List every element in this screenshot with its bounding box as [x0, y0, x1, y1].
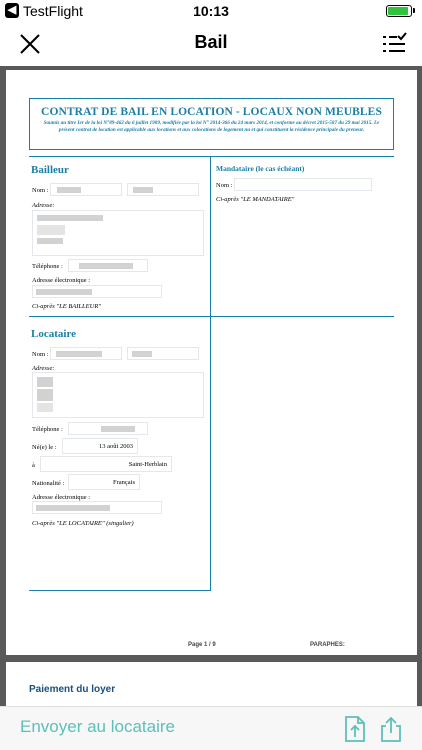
bailleur-prenom-field[interactable]: [127, 183, 199, 196]
battery-icon: [386, 5, 412, 17]
locataire-title: Locataire: [31, 328, 77, 340]
bailleur-title: Bailleur: [31, 164, 69, 176]
locataire-adresse-field[interactable]: [32, 372, 204, 418]
locataire-nationality-field[interactable]: Français: [68, 474, 140, 490]
locataire-birth-label: Né(e) le :: [32, 444, 57, 451]
battery-tip: [413, 8, 415, 13]
bailleur-nom-field[interactable]: [50, 183, 122, 196]
section-divider: [29, 156, 394, 157]
mandataire-title: Mandataire (le cas échéant): [216, 164, 305, 173]
locataire-telephone-field[interactable]: [68, 422, 148, 435]
locataire-email-field[interactable]: [32, 501, 162, 514]
bailleur-adresse-label: Adresse:: [32, 202, 55, 209]
locataire-prenom-field[interactable]: [127, 347, 199, 360]
bottom-toolbar: Envoyer au locataire: [0, 706, 422, 750]
page-number: Page 1 / 9: [188, 642, 216, 648]
bailleur-email-field[interactable]: [32, 285, 162, 298]
page2-section-title: Paiement du loyer: [29, 684, 116, 695]
bailleur-telephone-field[interactable]: [68, 259, 148, 272]
paraphes-label: PARAPHES:: [310, 642, 345, 648]
bailleur-note: Ci-après "LE BAILLEUR": [32, 303, 102, 310]
contract-subtitle: Soumis au titre Ier de la loi N°89-462 d…: [43, 120, 380, 133]
share-icon[interactable]: [378, 715, 404, 743]
locataire-birth-place-label: à: [32, 462, 35, 469]
contract-title: CONTRAT DE BAIL EN LOCATION - LOCAUX NON…: [41, 106, 382, 118]
mandataire-nom-label: Nom :: [216, 182, 233, 189]
mandataire-note: Ci-après "LE MANDATAIRE": [216, 196, 295, 203]
nav-bar: Bail: [0, 22, 422, 66]
status-bar: ◀ TestFlight 10:13: [0, 0, 422, 22]
document-page-1[interactable]: CONTRAT DE BAIL EN LOCATION - LOCAUX NON…: [6, 70, 417, 655]
send-to-tenant-button[interactable]: Envoyer au locataire: [20, 717, 175, 737]
bailleur-telephone-label: Téléphone :: [32, 263, 63, 270]
locataire-note: Ci-après "LE LOCATAIRE" (singulier): [32, 520, 134, 527]
section-divider: [29, 590, 210, 591]
bailleur-email-label: Adresse électronique :: [32, 277, 91, 284]
locataire-adresse-label: Adresse:: [32, 365, 55, 372]
locataire-birth-date-field[interactable]: 13 août 2003: [62, 438, 138, 454]
mandataire-nom-field[interactable]: [234, 178, 372, 191]
battery-level: [388, 7, 408, 15]
bailleur-nom-label: Nom :: [32, 187, 49, 194]
locataire-birth-place-field[interactable]: Saint-Herblain: [40, 456, 172, 472]
page-title: Bail: [194, 32, 228, 52]
status-time: 10:13: [193, 3, 229, 19]
contract-header: CONTRAT DE BAIL EN LOCATION - LOCAUX NON…: [29, 98, 394, 150]
checklist-icon[interactable]: [380, 30, 408, 58]
document-viewer[interactable]: CONTRAT DE BAIL EN LOCATION - LOCAUX NON…: [0, 66, 422, 706]
document-page-2[interactable]: Paiement du loyer: [6, 662, 417, 706]
section-divider: [29, 316, 394, 317]
locataire-email-label: Adresse électronique :: [32, 494, 91, 501]
locataire-nationality-label: Nationalité :: [32, 480, 65, 487]
bailleur-adresse-field[interactable]: [32, 210, 204, 256]
locataire-nom-label: Nom :: [32, 351, 49, 358]
column-divider: [210, 156, 211, 591]
locataire-nom-field[interactable]: [50, 347, 122, 360]
document-upload-icon[interactable]: [342, 715, 368, 743]
locataire-telephone-label: Téléphone :: [32, 426, 63, 433]
